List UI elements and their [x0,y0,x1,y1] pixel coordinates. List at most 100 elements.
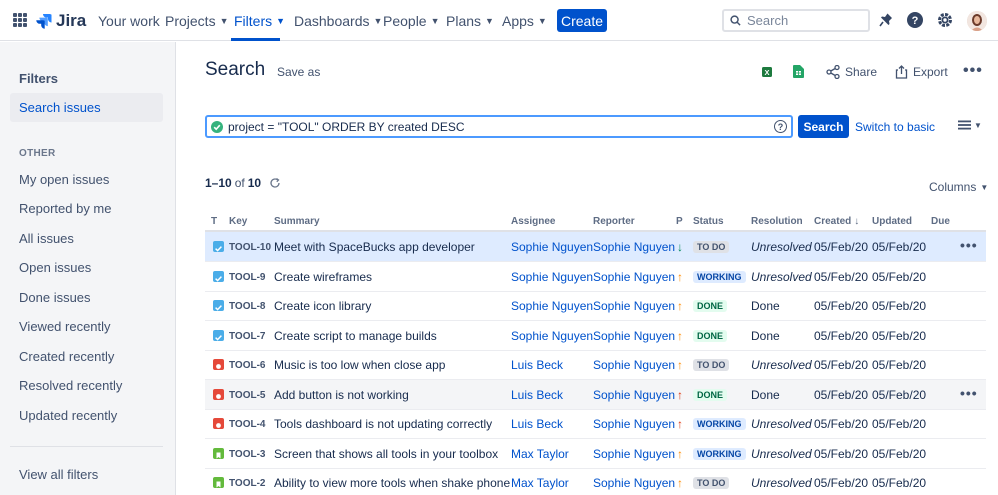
sidebar-item-all-issues[interactable]: All issues [10,224,163,253]
assignee-link[interactable]: Luis Beck [511,417,563,431]
reporter-link[interactable]: Sophie Nguyen [593,299,675,313]
table-row[interactable]: TOOL-2 Ability to view more tools when sh… [205,468,986,495]
column-header-due[interactable]: Due [931,216,950,227]
table-row[interactable]: TOOL-6 Music is too low when close app Lui… [205,350,986,380]
assignee-link[interactable]: Max Taylor [511,447,569,461]
app-switcher-icon[interactable] [13,13,27,27]
reporter-link[interactable]: Sophie Nguyen [593,358,675,372]
column-header-priority[interactable]: P [676,216,683,227]
save-as-button[interactable]: Save as [277,65,320,79]
reporter-link[interactable]: Sophie Nguyen [593,388,675,402]
share-button[interactable]: Share [826,65,877,79]
issue-summary-link[interactable]: Tools dashboard is not updating correctl… [274,417,492,431]
column-header-key[interactable]: Key [229,216,247,227]
table-row[interactable]: TOOL-9 Create wireframes Sophie Nguyen Soph… [205,262,986,292]
more-actions-icon[interactable]: ••• [963,62,983,80]
sidebar-item-created-recently[interactable]: Created recently [10,342,163,371]
reporter-link[interactable]: Sophie Nguyen [593,476,675,490]
notifications-icon[interactable] [877,11,895,29]
nav-apps[interactable]: Apps ▼ [502,13,547,29]
reporter-link[interactable]: Sophie Nguyen [593,417,675,431]
export-button[interactable]: Export [895,65,948,79]
table-row[interactable]: TOOL-8 Create icon library Sophie Nguyen So… [205,291,986,321]
issue-summary-link[interactable]: Music is too low when close app [274,358,445,372]
nav-plans[interactable]: Plans ▼ [446,13,494,29]
column-header-resolution[interactable]: Resolution [751,216,803,227]
issue-key-link[interactable]: TOOL-3 [229,449,265,460]
sidebar-item-reported-by-me[interactable]: Reported by me [10,194,163,223]
column-header-created[interactable]: Created ↓ [814,216,859,227]
nav-projects[interactable]: Projects ▼ [165,13,229,29]
issue-key-link[interactable]: TOOL-9 [229,272,265,283]
table-row[interactable]: TOOL-3 Screen that shows all tools in you… [205,439,986,469]
refresh-icon[interactable] [269,177,281,189]
reporter-link[interactable]: Sophie Nguyen [593,270,675,284]
table-row[interactable]: TOOL-4 Tools dashboard is not updating co… [205,409,986,439]
nav-people[interactable]: People ▼ [383,13,440,29]
settings-icon[interactable] [936,11,954,29]
updated-date: 05/Feb/20 [872,240,927,254]
jql-help-icon[interactable]: ? [774,120,787,133]
assignee-link[interactable]: Sophie Nguyen [511,329,593,343]
column-header-assignee[interactable]: Assignee [511,216,555,227]
column-header-updated[interactable]: Updated [872,216,912,227]
view-options-menu[interactable]: ▼ [958,120,982,130]
table-row[interactable]: TOOL-10 Meet with SpaceBucks app develope… [205,232,986,262]
switch-to-basic-link[interactable]: Switch to basic [855,120,935,134]
sidebar-item-updated-recently[interactable]: Updated recently [10,401,163,430]
excel-export-icon[interactable]: X [761,65,773,81]
reporter-link[interactable]: Sophie Nguyen [593,329,675,343]
global-search-input[interactable]: Search [722,9,870,32]
issue-summary-link[interactable]: Meet with SpaceBucks app developer [274,240,475,254]
create-button[interactable]: Create [557,9,607,32]
issue-summary-link[interactable]: Create icon library [274,299,371,313]
column-header-type[interactable]: T [211,216,217,227]
assignee-link[interactable]: Sophie Nguyen [511,270,593,284]
nav-label: People [383,13,427,29]
search-button[interactable]: Search [798,115,849,138]
issue-summary-link[interactable]: Screen that shows all tools in your tool… [274,447,498,461]
nav-your-work[interactable]: Your work [98,13,160,29]
sidebar-item-viewed-recently[interactable]: Viewed recently [10,312,163,341]
issue-summary-link[interactable]: Create wireframes [274,270,372,284]
table-row[interactable]: TOOL-5 Add button is not working Luis Beck… [205,380,986,410]
jira-logo[interactable]: Jira [36,11,86,31]
issue-summary-link[interactable]: Ability to view more tools when shake ph… [274,476,510,490]
svg-text:?: ? [912,15,919,27]
column-header-reporter[interactable]: Reporter [593,216,635,227]
nav-filters[interactable]: Filters ▼ [234,13,285,29]
assignee-link[interactable]: Sophie Nguyen [511,240,593,254]
table-row[interactable]: TOOL-7 Create script to manage builds Soph… [205,321,986,351]
row-actions-icon[interactable]: ••• [960,385,978,401]
assignee-link[interactable]: Luis Beck [511,388,563,402]
issue-key-link[interactable]: TOOL-2 [229,478,265,489]
column-header-summary[interactable]: Summary [274,216,320,227]
assignee-link[interactable]: Luis Beck [511,358,563,372]
sidebar-item-done-issues[interactable]: Done issues [10,283,163,312]
sidebar-item-view-all-filters[interactable]: View all filters [10,460,163,489]
sidebar-item-my-open-issues[interactable]: My open issues [10,165,163,194]
issue-key-link[interactable]: TOOL-4 [229,419,265,430]
issue-key-link[interactable]: TOOL-5 [229,390,265,401]
nav-dashboards[interactable]: Dashboards ▼ [294,13,382,29]
help-icon[interactable]: ? [906,11,924,29]
issue-summary-link[interactable]: Create script to manage builds [274,329,437,343]
assignee-link[interactable]: Sophie Nguyen [511,299,593,313]
sidebar-item-open-issues[interactable]: Open issues [10,253,163,282]
reporter-link[interactable]: Sophie Nguyen [593,447,675,461]
columns-button[interactable]: Columns ▼ [929,180,988,194]
column-header-status[interactable]: Status [693,216,724,227]
row-actions-icon[interactable]: ••• [960,237,978,253]
issue-key-link[interactable]: TOOL-10 [229,242,271,253]
issue-key-link[interactable]: TOOL-8 [229,301,265,312]
assignee-link[interactable]: Max Taylor [511,476,569,490]
sidebar-item-resolved-recently[interactable]: Resolved recently [10,371,163,400]
issue-key-link[interactable]: TOOL-6 [229,360,265,371]
sheets-export-icon[interactable] [793,65,804,81]
issue-key-link[interactable]: TOOL-7 [229,331,265,342]
sidebar-item-search-issues[interactable]: Search issues [10,93,163,122]
reporter-link[interactable]: Sophie Nguyen [593,240,675,254]
profile-avatar[interactable] [967,11,987,31]
jql-query-input[interactable]: project = "TOOL" ORDER BY created DESC ? [205,115,793,138]
issue-summary-link[interactable]: Add button is not working [274,388,409,402]
